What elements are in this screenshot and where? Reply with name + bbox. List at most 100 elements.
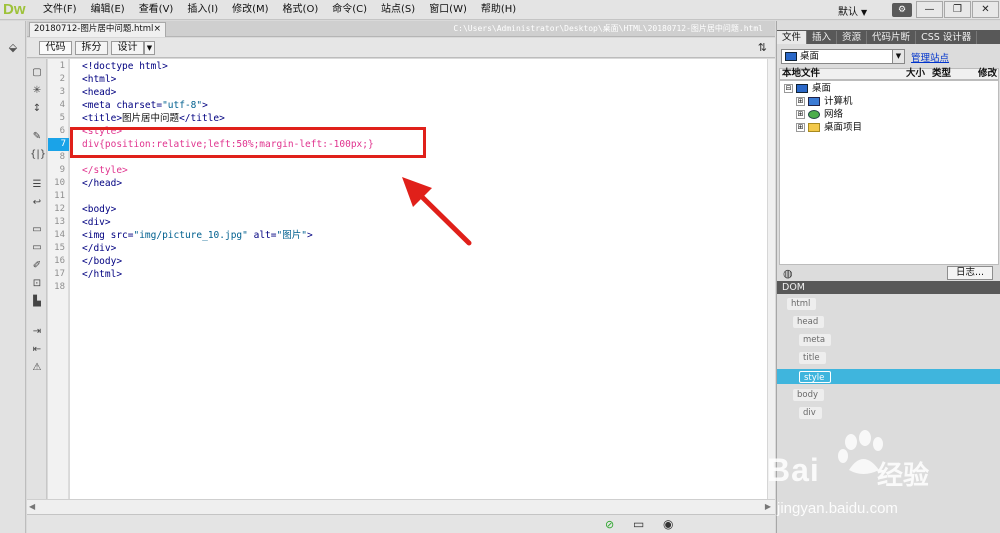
- folder-icon: [808, 123, 820, 132]
- code-view-button[interactable]: 代码: [39, 41, 72, 55]
- menu-commands[interactable]: 命令(C): [325, 3, 374, 17]
- remove-comment-icon[interactable]: ▭: [30, 242, 44, 256]
- site-select[interactable]: 桌面 ▼: [781, 49, 905, 64]
- menu-edit[interactable]: 编辑(E): [84, 3, 132, 17]
- menu-insert[interactable]: 插入(I): [180, 3, 225, 17]
- tab-files[interactable]: 文件: [777, 31, 808, 44]
- gear-icon: ⚙: [897, 5, 907, 15]
- wrap-tag-icon[interactable]: ✐: [30, 260, 44, 274]
- menu-window[interactable]: 窗口(W): [422, 3, 474, 17]
- tree-item-label: 桌面: [812, 83, 832, 94]
- annotation-highlight-box: [70, 127, 426, 158]
- code-line: <html>: [82, 74, 117, 85]
- show-code-navigator-icon[interactable]: ✳: [30, 85, 44, 99]
- dom-node-style[interactable]: style: [799, 371, 832, 383]
- device-preview-icon[interactable]: ▭: [633, 517, 644, 531]
- menu-format[interactable]: 格式(O): [276, 3, 326, 17]
- code-line: <meta charset="utf-8">: [82, 99, 208, 112]
- word-wrap-icon[interactable]: ↩: [30, 197, 44, 211]
- watermark-brand-suffix: 经验: [877, 460, 930, 490]
- recent-snippets-icon[interactable]: ⊡: [30, 278, 44, 292]
- monitor-icon: [796, 84, 808, 93]
- balance-braces-icon[interactable]: {|}: [30, 149, 46, 163]
- column-local-files[interactable]: 本地文件: [782, 69, 820, 79]
- scroll-left-icon[interactable]: ◀: [29, 502, 35, 511]
- menu-help[interactable]: 帮助(H): [474, 3, 523, 17]
- line-number: 1: [59, 61, 65, 71]
- expand-icon[interactable]: ⊞: [796, 110, 805, 119]
- apply-comment-icon[interactable]: ▭: [30, 224, 44, 238]
- tab-insert[interactable]: 插入: [807, 31, 838, 44]
- open-documents-icon[interactable]: ▢: [30, 67, 44, 81]
- editor-horizontal-scrollbar[interactable]: ◀ ▶: [27, 499, 775, 514]
- indent-code-icon[interactable]: ⇥: [30, 326, 44, 340]
- menu-view[interactable]: 查看(V): [132, 3, 181, 17]
- column-modified[interactable]: 修改: [978, 69, 997, 79]
- insert-panel-icon[interactable]: ⬙: [5, 41, 21, 55]
- document-tab-label: 20180712-图片居中问题.html: [34, 24, 154, 34]
- dom-node-meta[interactable]: meta: [799, 334, 832, 346]
- close-tab-icon[interactable]: ×: [153, 23, 161, 36]
- tree-item-label: 网络: [824, 109, 844, 120]
- code-line: <title>图片居中问题</title>: [82, 112, 225, 125]
- tree-item-computer[interactable]: ⊞ 计算机: [796, 95, 853, 108]
- format-source-icon[interactable]: ⚠: [30, 362, 44, 376]
- close-icon: ✕: [981, 4, 990, 15]
- collapse-tag-icon[interactable]: ↕: [30, 103, 44, 117]
- minimize-button[interactable]: —: [916, 1, 943, 18]
- tree-item-label: 计算机: [824, 96, 853, 107]
- close-button[interactable]: ✕: [972, 1, 999, 18]
- move-css-icon[interactable]: ▙: [30, 296, 44, 310]
- line-number: 9: [59, 165, 65, 175]
- sync-settings-button[interactable]: ⚙: [892, 3, 912, 17]
- column-size[interactable]: 大小: [906, 69, 925, 79]
- line-number: 12: [54, 204, 65, 214]
- code-token: >: [306, 230, 313, 241]
- code-string: "img/picture_10.jpg": [133, 230, 248, 241]
- maximize-button[interactable]: ❐: [944, 1, 971, 18]
- connect-icon[interactable]: ◍: [783, 267, 793, 280]
- tree-item-network[interactable]: ⊞ 网络: [796, 108, 843, 121]
- code-line: <img src="img/picture_10.jpg" alt="图片">: [82, 229, 313, 242]
- split-view-button[interactable]: 拆分: [75, 41, 108, 55]
- log-button[interactable]: 日志...: [947, 266, 993, 280]
- dom-node-div[interactable]: div: [799, 407, 822, 419]
- line-numbers-icon[interactable]: ☰: [30, 179, 44, 193]
- tab-snippets[interactable]: 代码片断: [867, 31, 917, 44]
- status-bar: ⊘ ▭ ◉: [27, 514, 775, 533]
- code-line: </div>: [82, 243, 117, 254]
- design-view-button[interactable]: 设计: [111, 41, 144, 55]
- tree-item-desktop-items[interactable]: ⊞ 桌面项目: [796, 121, 862, 134]
- watermark-url: jingyan.baidu.com: [777, 500, 898, 517]
- no-errors-icon[interactable]: ⊘: [605, 518, 614, 531]
- code-string: "utf-8": [162, 100, 203, 111]
- outdent-code-icon[interactable]: ⇤: [30, 344, 44, 358]
- line-number: 10: [54, 178, 65, 188]
- menu-file[interactable]: 文件(F): [36, 3, 84, 17]
- tab-css-designer[interactable]: CSS 设计器: [916, 31, 978, 44]
- tree-item-desktop[interactable]: ⊟ 桌面: [784, 82, 831, 95]
- line-number: 13: [54, 217, 65, 227]
- view-dropdown-button[interactable]: ▼: [144, 41, 155, 55]
- sort-icon[interactable]: ⇅: [758, 41, 767, 54]
- document-tab[interactable]: 20180712-图片居中问题.html ×: [29, 22, 166, 37]
- code-editor[interactable]: <!doctype html> <html> <head> <meta char…: [70, 59, 767, 499]
- dom-node-body[interactable]: body: [793, 389, 825, 401]
- menu-site[interactable]: 站点(S): [374, 3, 422, 17]
- manage-sites-link[interactable]: 管理站点: [911, 50, 949, 64]
- dom-panel-title[interactable]: DOM: [782, 282, 805, 293]
- workspace-switcher[interactable]: 默认 ▼: [838, 3, 867, 18]
- preview-browser-icon[interactable]: ◉: [663, 517, 673, 531]
- dom-node-title[interactable]: title: [799, 352, 826, 364]
- dom-node-head[interactable]: head: [793, 316, 825, 328]
- dom-node-html[interactable]: html: [787, 298, 817, 310]
- expand-icon[interactable]: ⊞: [796, 97, 805, 106]
- collapse-icon[interactable]: ⊟: [784, 84, 793, 93]
- expand-icon[interactable]: ⊞: [796, 123, 805, 132]
- line-number-active: 7: [48, 138, 69, 151]
- select-parent-tag-icon[interactable]: ✎: [30, 131, 44, 145]
- column-type[interactable]: 类型: [932, 69, 951, 79]
- tab-assets[interactable]: 资源: [837, 31, 868, 44]
- menu-modify[interactable]: 修改(M): [225, 3, 275, 17]
- code-token: <img src=: [82, 230, 134, 241]
